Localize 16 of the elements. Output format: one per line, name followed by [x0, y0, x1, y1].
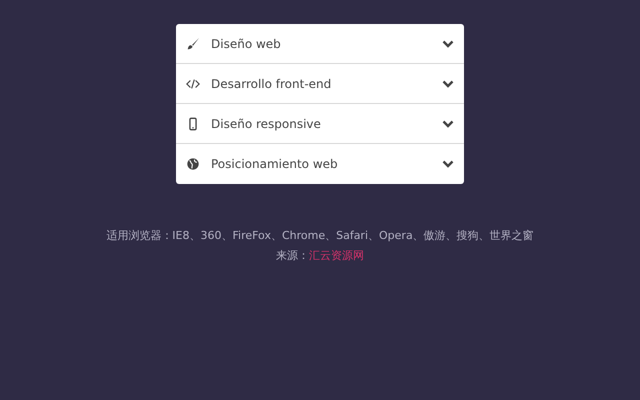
source-label: 来源：	[276, 249, 309, 262]
accordion-label: Diseño web	[211, 36, 282, 50]
globe-icon	[186, 157, 200, 171]
browser-support-text: 适用浏览器：IE8、360、FireFox、Chrome、Safari、Opera、傲游、搜狗、世界之窗	[106, 228, 534, 244]
code-icon	[186, 76, 200, 90]
accordion-label: Desarrollo front-end	[211, 76, 332, 90]
accordion-item[interactable]: Posicionamiento web	[176, 144, 464, 184]
accordion-item[interactable]: Diseño web	[176, 24, 464, 64]
chevron-icon	[442, 80, 454, 88]
accordion-label: Diseño responsive	[211, 116, 322, 130]
accordion-item[interactable]: Desarrollo front-end	[176, 64, 464, 104]
accordion-item[interactable]: Diseño responsive	[176, 104, 464, 144]
chevron-icon	[442, 160, 454, 168]
accordion-label: Posicionamiento web	[211, 157, 339, 171]
chevron-icon	[442, 40, 454, 48]
chevron-icon	[442, 120, 454, 128]
